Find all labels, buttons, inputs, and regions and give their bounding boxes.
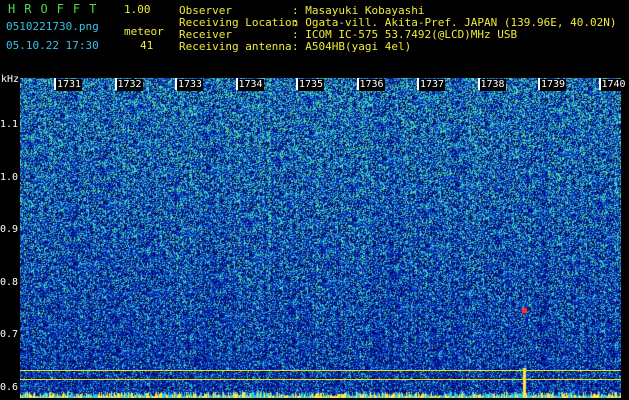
frequency-label: 1.0 xyxy=(0,171,19,183)
time-axis: 1731 1732 1733 1734 1735 1736 1737 1738 1739 1740 xyxy=(20,78,627,92)
spectrogram[interactable] xyxy=(20,78,621,398)
version-label: 1.00 xyxy=(124,3,151,16)
time-label: 1737 xyxy=(419,79,446,91)
antenna-value: : A504HB(yagi 4el) xyxy=(292,40,412,53)
meteor-count: 41 xyxy=(140,39,154,52)
frequency-label: 1.1 xyxy=(0,119,19,131)
antenna-label: Receiving antenna xyxy=(179,40,292,53)
frequency-unit-label: kHz xyxy=(1,74,20,85)
time-label: 1738 xyxy=(479,79,506,91)
time-label: 1740 xyxy=(600,79,627,91)
meteor-label: meteor xyxy=(124,25,164,38)
filename-label: 0510221730.png xyxy=(6,20,99,33)
time-label: 1733 xyxy=(177,79,204,91)
app-title: HROFFT xyxy=(8,2,106,16)
time-label: 1736 xyxy=(358,79,385,91)
frequency-label: 0.7 xyxy=(0,329,19,341)
time-label: 1735 xyxy=(298,79,325,91)
reference-line-lower xyxy=(20,379,621,380)
frequency-label: 0.8 xyxy=(0,276,19,288)
time-label: 1734 xyxy=(237,79,264,91)
frequency-label: 0.9 xyxy=(0,224,19,236)
reference-line-upper xyxy=(20,370,621,371)
time-label: 1731 xyxy=(56,79,83,91)
time-label: 1739 xyxy=(540,79,567,91)
time-label: 1732 xyxy=(116,79,143,91)
datetime-label: 05.10.22 17:30 xyxy=(6,39,99,52)
frequency-label: 0.6 xyxy=(0,381,19,393)
spectrogram-canvas[interactable] xyxy=(20,78,621,398)
